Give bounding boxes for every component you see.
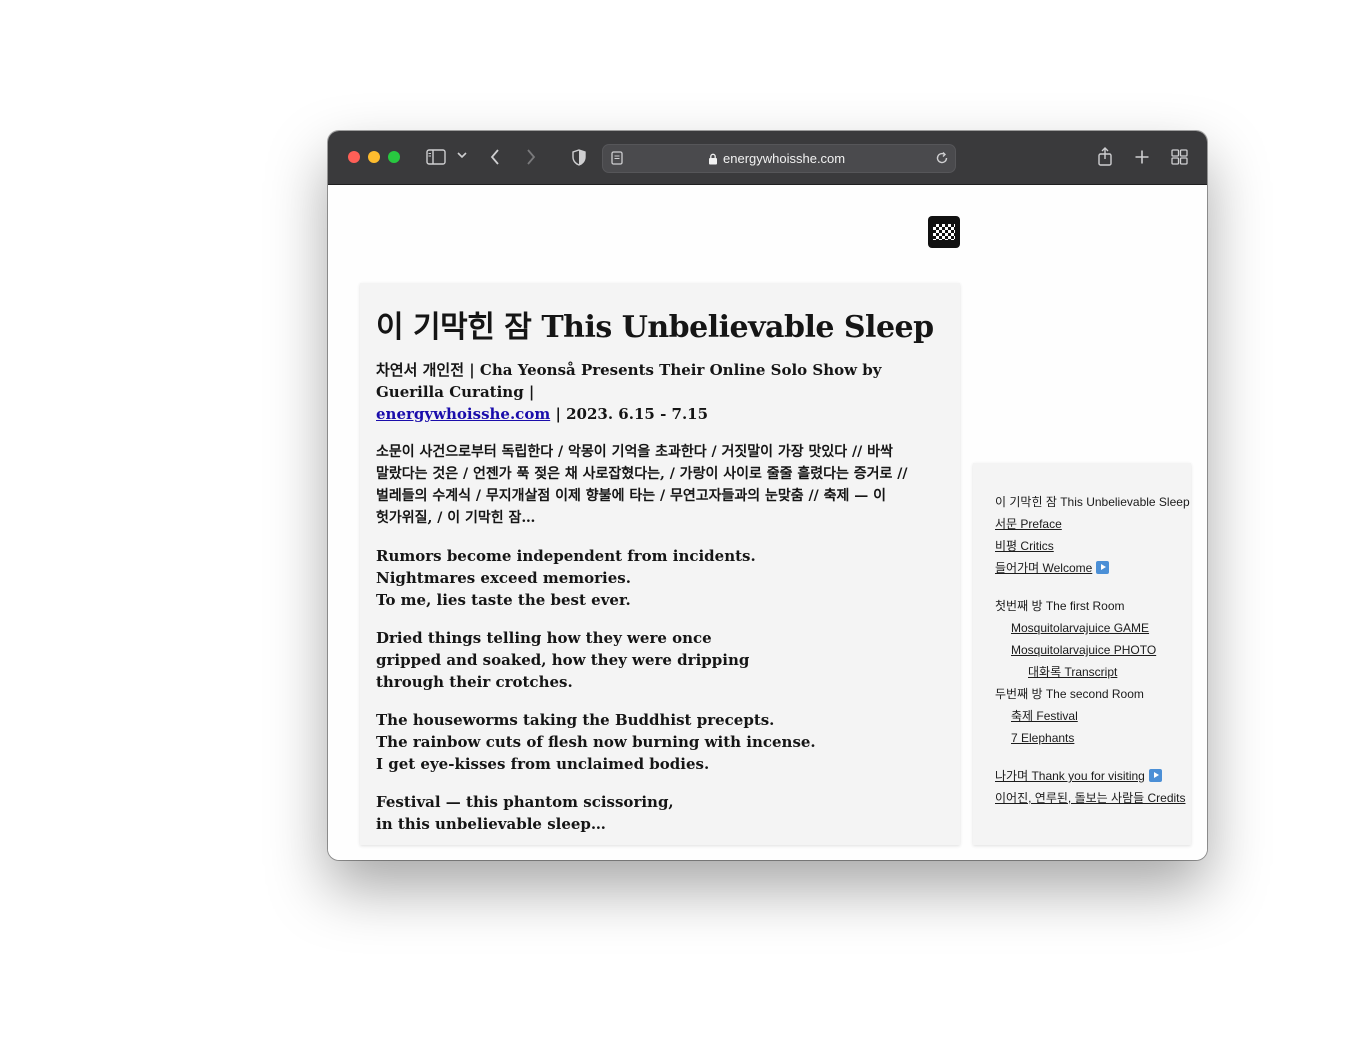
korean-poem-line: 벌레들의 수계식 / 무지개살점 이제 향불에 타는 / 무연고자들과의 눈맞춤… xyxy=(376,488,886,504)
nav-item-elephants[interactable]: 7 Elephants xyxy=(995,727,1190,749)
nav-item-room2: 두번째 방 The second Room xyxy=(995,687,1144,701)
poem-line: I get eye-kisses from unclaimed bodies. xyxy=(376,755,710,773)
page-content: 이 기막힌 잠 This Unbelievable Sleep 차연서 개인전 … xyxy=(328,185,1207,860)
korean-poem-line: 소문이 사건으로부터 독립한다 / 악몽이 기억을 초과한다 / 거짓말이 가장… xyxy=(376,444,893,460)
korean-poem-line: 말랐다는 것은 / 언젠가 푹 젖은 채 사로잡혔다는, / 가랑이 사이로 줄… xyxy=(376,466,908,482)
reader-view-icon[interactable] xyxy=(611,151,623,165)
nav-item-welcome[interactable]: 들어가며 Welcome xyxy=(995,557,1190,579)
chevron-down-icon[interactable] xyxy=(457,151,467,159)
poem-line: gripped and soaked, how they were drippi… xyxy=(376,651,750,669)
forward-arrow-icon[interactable] xyxy=(526,149,536,165)
exhibition-subtitle: 차연서 개인전 | Cha Yeonså Presents Their Onli… xyxy=(376,359,948,425)
nav-item-label: 나가며 Thank you for visiting xyxy=(995,769,1145,783)
poem-line: To me, lies taste the best ever. xyxy=(376,591,631,609)
privacy-shield-icon[interactable] xyxy=(571,149,587,166)
english-stanza: Rumors become independent from incidents… xyxy=(376,545,948,611)
play-icon xyxy=(1148,769,1162,782)
site-logo-icon[interactable] xyxy=(928,216,960,248)
poem-line: Dried things telling how they were once xyxy=(376,629,712,647)
back-arrow-icon[interactable] xyxy=(490,149,500,165)
nav-item-thanks[interactable]: 나가며 Thank you for visiting xyxy=(995,765,1190,787)
minimize-window-button[interactable] xyxy=(368,151,380,163)
nav-item-mosquito-game[interactable]: Mosquitolarvajuice GAME xyxy=(995,617,1190,639)
poem-line: in this unbelievable sleep… xyxy=(376,815,606,833)
subtitle-text: 차연서 개인전 | Cha Yeonså Presents Their Onli… xyxy=(376,361,882,401)
poem-line: through their crotches. xyxy=(376,673,573,691)
sidebar-toggle-icon[interactable] xyxy=(426,149,446,165)
poem-line: Festival — this phantom scissoring, xyxy=(376,793,674,811)
article-card: 이 기막힌 잠 This Unbelievable Sleep 차연서 개인전 … xyxy=(360,283,960,845)
browser-toolbar: energywhoisshe.com xyxy=(328,131,1207,185)
url-text[interactable]: energywhoisshe.com xyxy=(723,151,845,166)
nav-item-mosquito-photo[interactable]: Mosquitolarvajuice PHOTO xyxy=(995,639,1190,661)
english-stanza: Dried things telling how they were once … xyxy=(376,627,948,693)
address-bar[interactable]: energywhoisshe.com xyxy=(602,144,956,173)
nav-item-festival[interactable]: 축제 Festival xyxy=(995,705,1190,727)
zoom-window-button[interactable] xyxy=(388,151,400,163)
english-stanza: The houseworms taking the Buddhist prece… xyxy=(376,709,948,775)
nav-item-critics[interactable]: 비평 Critics xyxy=(995,535,1190,557)
site-navigation-sidebar: 이 기막힌 잠 This Unbelievable Sleep 서문 Prefa… xyxy=(973,463,1191,845)
new-tab-plus-icon[interactable] xyxy=(1134,149,1150,165)
play-icon xyxy=(1096,561,1110,574)
page-title: 이 기막힌 잠 This Unbelievable Sleep xyxy=(376,310,934,345)
reload-icon[interactable] xyxy=(935,151,949,165)
nav-item-credits[interactable]: 이어진, 연루된, 돌보는 사람들 Credits xyxy=(995,787,1190,809)
lock-icon xyxy=(708,153,718,165)
poem-line: The rainbow cuts of flesh now burning wi… xyxy=(376,733,816,751)
nav-item-home[interactable]: 이 기막힌 잠 This Unbelievable Sleep xyxy=(995,491,1190,513)
poem-line: The houseworms taking the Buddhist prece… xyxy=(376,711,775,729)
poem-line: Nightmares exceed memories. xyxy=(376,569,631,587)
tab-overview-icon[interactable] xyxy=(1171,149,1188,165)
exhibition-dates: | 2023. 6.15 - 7.15 xyxy=(555,405,709,423)
nav-item-preface[interactable]: 서문 Preface xyxy=(995,513,1190,535)
close-window-button[interactable] xyxy=(348,151,360,163)
korean-poem: 소문이 사건으로부터 독립한다 / 악몽이 기억을 초과한다 / 거짓말이 가장… xyxy=(376,441,948,529)
nav-item-transcript[interactable]: 대화록 Transcript xyxy=(995,661,1190,683)
browser-window: energywhoisshe.com 이 기막힌 잠 This Unbeliev… xyxy=(328,131,1207,860)
poem-line: Rumors become independent from incidents… xyxy=(376,547,756,565)
nav-item-room1: 첫번째 방 The first Room xyxy=(995,599,1125,613)
share-icon[interactable] xyxy=(1097,147,1113,166)
nav-item-label: 들어가며 Welcome xyxy=(995,561,1093,575)
english-stanza: Festival — this phantom scissoring, in t… xyxy=(376,791,948,835)
korean-poem-line: 헛가위질, / 이 기막힌 잠… xyxy=(376,510,536,526)
site-link[interactable]: energywhoisshe.com xyxy=(376,405,550,423)
